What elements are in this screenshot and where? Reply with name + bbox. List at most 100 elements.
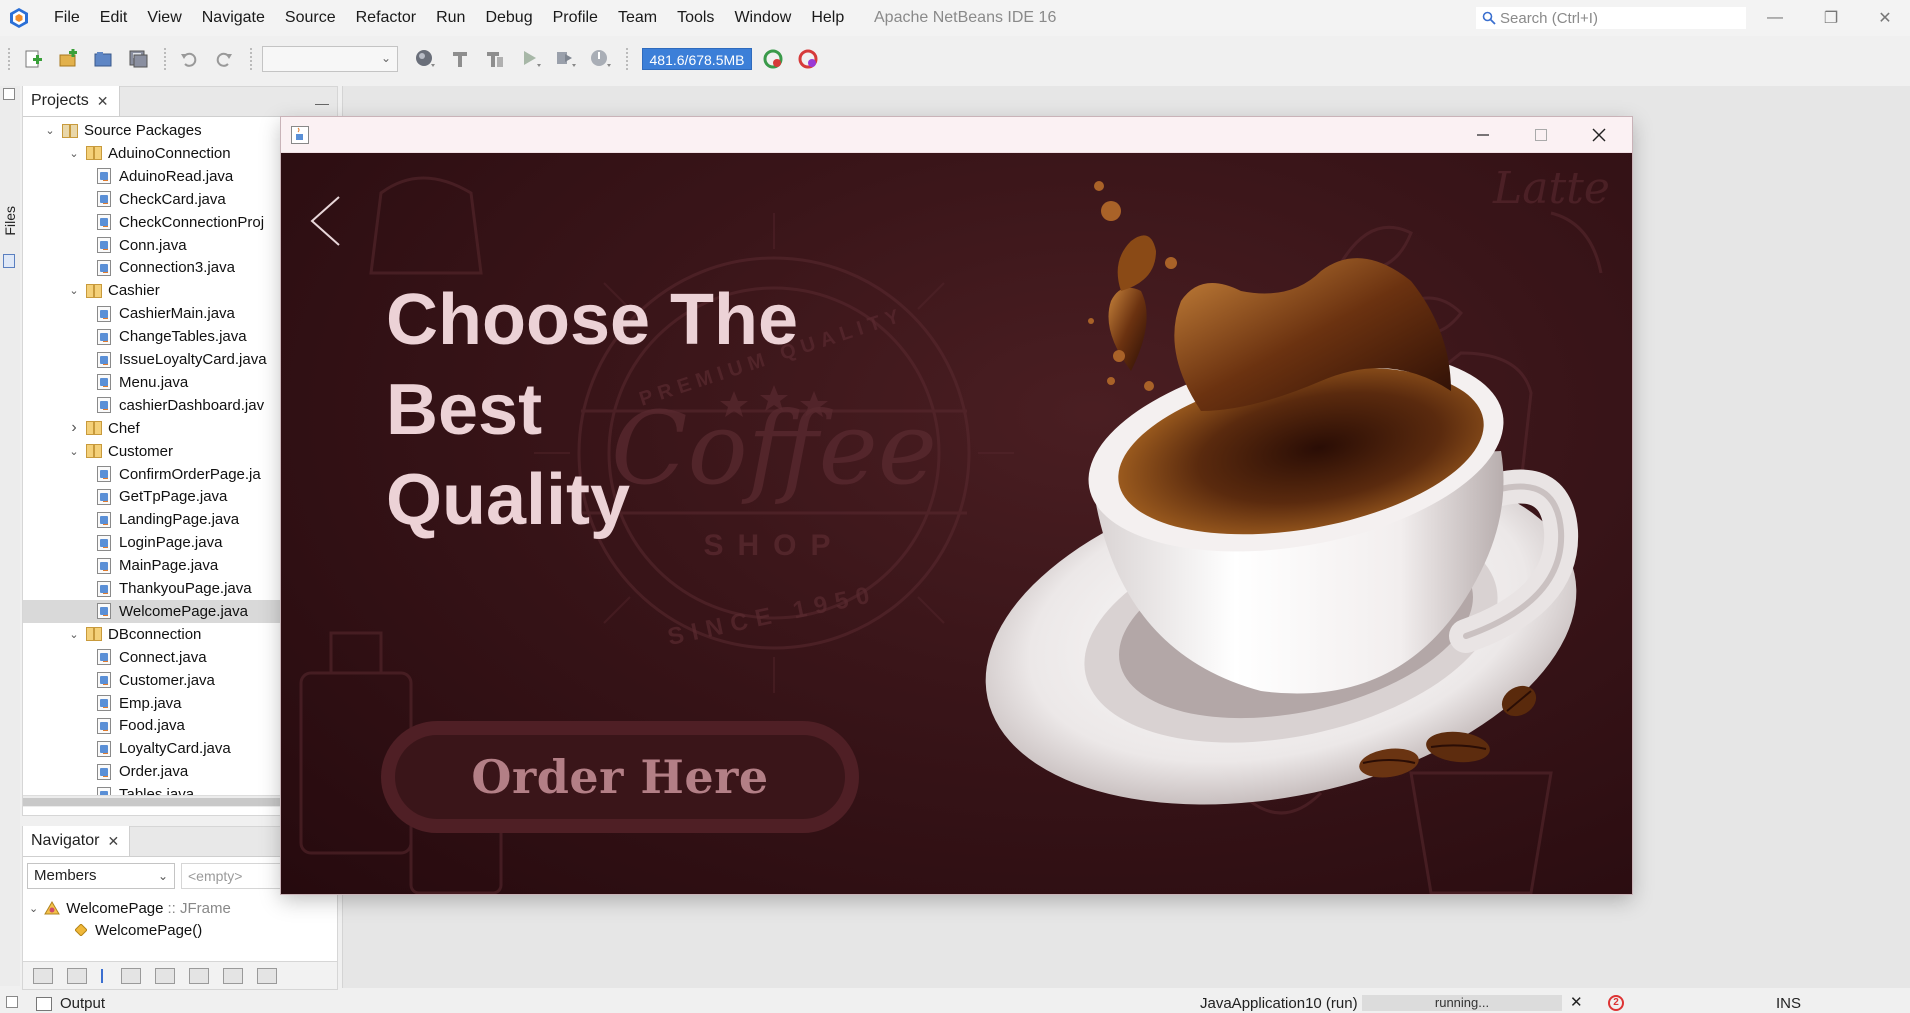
menu-team[interactable]: Team (608, 0, 667, 36)
ide-search-input[interactable]: Search (Ctrl+I) (1476, 7, 1746, 29)
clean-build-icon[interactable] (482, 46, 508, 72)
tree-item-java-file[interactable]: Connection3.java (97, 256, 235, 279)
tree-item-java-file[interactable]: ConfirmOrderPage.ja (97, 463, 261, 486)
notifications-icon[interactable]: 2 (1608, 995, 1624, 1011)
menu-edit[interactable]: Edit (90, 0, 138, 36)
open-project-icon[interactable] (90, 46, 116, 72)
run-task-label: JavaApplication10 (run) (1200, 995, 1358, 1012)
navigator-class-row[interactable]: ⌄ WelcomePage :: JFrame (29, 897, 231, 919)
menu-run[interactable]: Run (426, 0, 475, 36)
tree-item-java-file[interactable]: IssueLoyaltyCard.java (97, 348, 267, 371)
menu-source[interactable]: Source (275, 0, 346, 36)
tree-item-java-file[interactable]: ChangeTables.java (97, 325, 247, 348)
tree-item-package[interactable]: ⌄ Cashier (67, 279, 159, 302)
run-progress-bar[interactable]: running... (1362, 995, 1562, 1011)
tree-item-java-file[interactable]: CheckCard.java (97, 188, 226, 211)
configuration-combo[interactable]: ⌄ (262, 46, 398, 72)
sort-alpha-icon[interactable] (257, 967, 277, 984)
navigator-constructor-row[interactable]: WelcomePage() (75, 919, 202, 941)
tree-item-java-file[interactable]: CashierMain.java (97, 302, 235, 325)
files-tab[interactable]: Files (2, 206, 18, 236)
tab-projects[interactable]: Projects ✕ (23, 86, 120, 116)
sort-by-source-icon[interactable] (33, 967, 53, 984)
tree-item-java-file[interactable]: Food.java (97, 714, 185, 737)
tree-item-java-file[interactable]: Order.java (97, 760, 188, 783)
chevron-down-icon[interactable]: ⌄ (67, 284, 81, 298)
back-arrow-icon[interactable] (309, 195, 343, 247)
restore-window-group-icon[interactable] (3, 88, 15, 100)
app-title-bar[interactable] (281, 117, 1632, 153)
tree-item-java-file[interactable]: Conn.java (97, 234, 187, 257)
tree-item-package[interactable]: ⌄ AduinoConnection (67, 142, 230, 165)
chevron-down-icon[interactable]: ⌄ (67, 627, 81, 641)
browser-globe-icon[interactable] (412, 46, 438, 72)
menu-profile[interactable]: Profile (543, 0, 608, 36)
tree-item-package[interactable]: › Chef (67, 417, 139, 440)
menu-navigate[interactable]: Navigate (192, 0, 275, 36)
menu-bar: File Edit View Navigate Source Refactor … (0, 0, 1910, 36)
menu-tools[interactable]: Tools (667, 0, 724, 36)
menu-file[interactable]: File (44, 0, 90, 36)
app-maximize-button[interactable] (1512, 117, 1570, 153)
profiler-snapshot-icon[interactable] (795, 46, 821, 72)
tree-item-package[interactable]: ⌄ Customer (67, 440, 173, 463)
run-icon[interactable] (517, 46, 543, 72)
ide-minimize-button[interactable]: — (1752, 0, 1798, 36)
members-combo[interactable]: Members ⌄ (27, 863, 175, 889)
build-hammer-icon[interactable] (447, 46, 473, 72)
tree-item-java-file[interactable]: CheckConnectionProj (97, 211, 264, 234)
close-icon[interactable]: ✕ (107, 833, 119, 850)
redo-icon[interactable] (211, 46, 237, 72)
chevron-down-icon[interactable]: ⌄ (67, 444, 81, 458)
gc-icon[interactable] (760, 46, 786, 72)
tree-item-java-file[interactable]: ThankyouPage.java (97, 577, 252, 600)
menu-refactor[interactable]: Refactor (346, 0, 426, 36)
save-all-icon[interactable] (125, 46, 151, 72)
output-tab[interactable]: Output (36, 995, 105, 1012)
static-members-icon[interactable] (155, 967, 175, 984)
fields-icon[interactable] (101, 968, 103, 983)
close-icon[interactable]: ✕ (97, 93, 109, 110)
tree-item-java-file[interactable]: AduinoRead.java (97, 165, 233, 188)
tree-item-java-file[interactable]: GetTpPage.java (97, 485, 227, 508)
menu-window[interactable]: Window (724, 0, 801, 36)
menu-help[interactable]: Help (801, 0, 854, 36)
menu-debug[interactable]: Debug (475, 0, 542, 36)
restore-output-icon[interactable] (6, 996, 18, 1008)
tree-item-package[interactable]: ⌄ Source Packages (43, 119, 201, 142)
memory-usage-indicator[interactable]: 481.6/678.5MB (642, 48, 752, 70)
expand-all-icon[interactable] (223, 967, 243, 984)
chevron-right-icon[interactable]: › (67, 419, 81, 436)
tree-item-java-file[interactable]: Menu.java (97, 371, 188, 394)
tab-navigator[interactable]: Navigator ✕ (23, 826, 131, 856)
tree-item-java-file[interactable]: LoyaltyCard.java (97, 737, 231, 760)
new-file-icon[interactable] (20, 46, 46, 72)
profile-icon[interactable] (587, 46, 613, 72)
tree-item-java-file[interactable]: Customer.java (97, 669, 215, 692)
debug-icon[interactable] (552, 46, 578, 72)
lock-icon[interactable] (121, 967, 141, 984)
tree-item-java-file[interactable]: cashierDashboard.jav (97, 394, 264, 417)
tree-item-java-file[interactable]: MainPage.java (97, 554, 218, 577)
scrollbar-thumb[interactable] (23, 798, 283, 806)
tree-item-java-file[interactable]: LandingPage.java (97, 508, 239, 531)
show-inherited-icon[interactable] (67, 967, 87, 984)
ide-close-button[interactable]: ✕ (1862, 0, 1908, 36)
new-project-icon[interactable] (55, 46, 81, 72)
tree-item-java-file[interactable]: Connect.java (97, 646, 207, 669)
source-packages-icon (62, 123, 78, 138)
filter-icon[interactable] (189, 967, 209, 984)
tree-item-java-file[interactable]: LoginPage.java (97, 531, 222, 554)
chevron-down-icon[interactable]: ⌄ (43, 124, 57, 138)
minimize-panel-icon[interactable] (315, 95, 329, 105)
cancel-run-icon[interactable]: ✕ (1570, 993, 1583, 1011)
chevron-down-icon[interactable]: ⌄ (67, 146, 81, 160)
undo-icon[interactable] (176, 46, 202, 72)
ide-maximize-button[interactable]: ❐ (1808, 0, 1854, 36)
order-here-button[interactable]: Order Here (381, 721, 859, 833)
menu-view[interactable]: View (137, 0, 191, 36)
tree-item-package[interactable]: ⌄ DBconnection (67, 623, 201, 646)
tree-item-java-file[interactable]: Emp.java (97, 692, 182, 715)
app-minimize-button[interactable] (1454, 117, 1512, 153)
app-close-button[interactable] (1570, 117, 1628, 153)
